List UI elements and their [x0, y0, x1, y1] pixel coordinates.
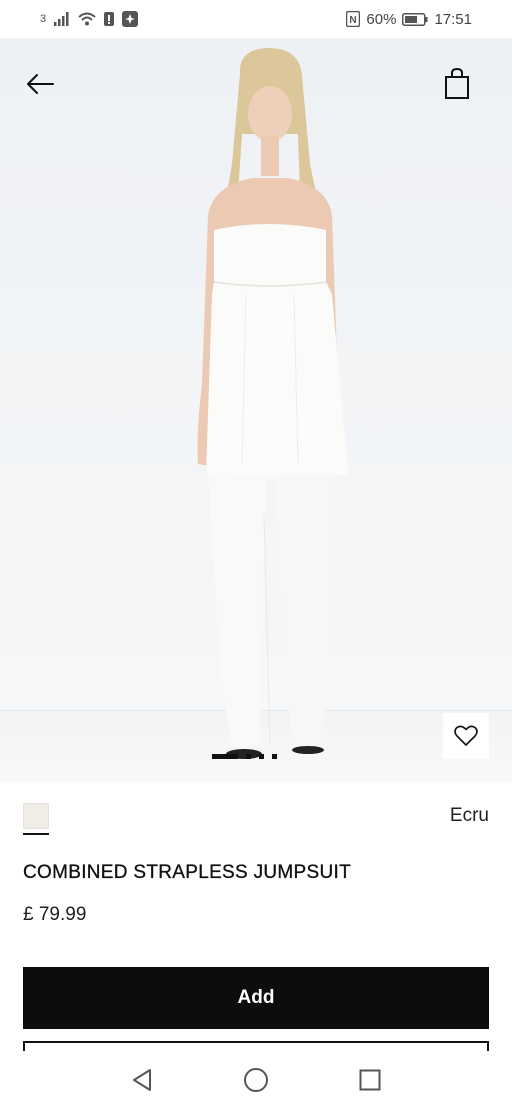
battery-percent: 60%	[366, 10, 397, 28]
system-navigation-bar	[0, 1051, 512, 1109]
product-image-gallery[interactable]	[0, 38, 512, 782]
wifi-icon	[78, 12, 96, 26]
add-to-bag-button[interactable]: Add	[23, 967, 489, 1029]
pager-dot	[246, 754, 251, 759]
favorite-button[interactable]	[443, 713, 489, 759]
pager-dot	[272, 754, 277, 759]
pager-dot-active	[212, 754, 238, 759]
app-notification-icon	[122, 11, 139, 27]
alert-icon	[104, 12, 115, 26]
color-name: Ecru	[449, 805, 489, 826]
color-swatch-ecru[interactable]	[23, 803, 49, 829]
arrow-left-icon	[27, 74, 54, 94]
status-left: 3	[40, 11, 139, 27]
pager-dot	[259, 754, 264, 759]
color-selector: Ecru	[23, 803, 489, 837]
status-right: N 60% 17:51	[346, 11, 472, 28]
triangle-back-icon	[133, 1069, 151, 1091]
battery-icon	[402, 12, 428, 26]
nav-home-button[interactable]	[242, 1066, 270, 1094]
circle-home-icon	[244, 1068, 268, 1092]
shopping-bag-icon	[445, 68, 469, 99]
svg-text:N: N	[350, 15, 357, 26]
nav-recent-button[interactable]	[356, 1066, 384, 1094]
product-title: COMBINED STRAPLESS JUMPSUIT	[23, 862, 351, 883]
swatch-selected-indicator	[23, 833, 49, 835]
gallery-pager	[212, 754, 277, 759]
sim-indicator: 3	[40, 13, 47, 25]
square-recent-icon	[359, 1069, 381, 1091]
clock: 17:51	[434, 10, 472, 28]
signal-icon	[54, 12, 70, 26]
heart-icon	[454, 725, 478, 746]
add-button-label: Add	[237, 987, 275, 1008]
nfc-icon: N	[346, 11, 361, 27]
nav-back-button[interactable]	[128, 1066, 156, 1094]
status-bar: 3 N 60% 17:51	[0, 0, 512, 38]
shopping-bag-button[interactable]	[442, 66, 472, 102]
back-button[interactable]	[22, 66, 58, 102]
product-price: £ 79.99	[23, 904, 87, 925]
product-photo	[197, 48, 348, 759]
